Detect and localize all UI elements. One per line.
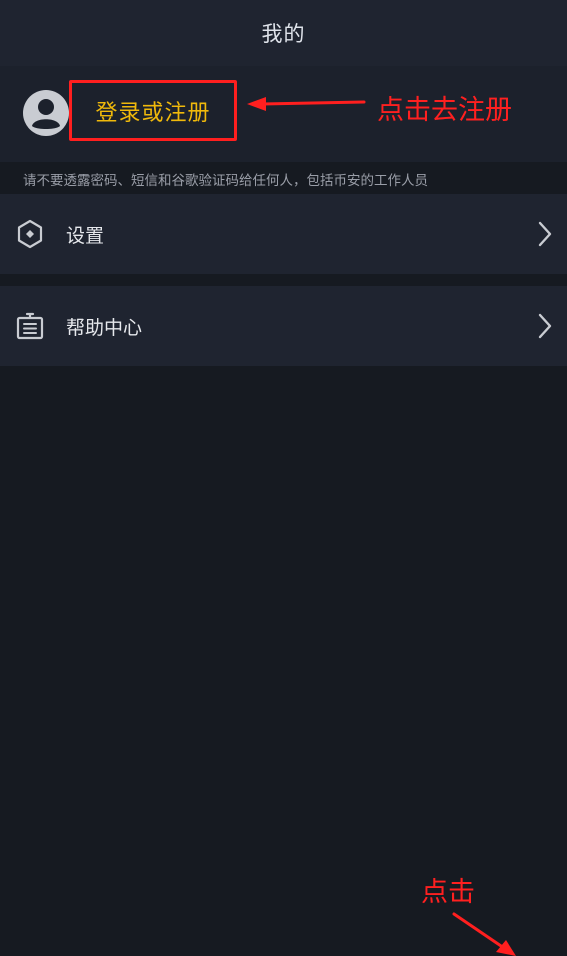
- annotation-arrow-left-icon: [247, 97, 366, 111]
- page-title: 我的: [261, 22, 306, 46]
- annotation-arrow-down-right-icon: [452, 912, 516, 956]
- security-warning-text: 请不要透露密码、短信和谷歌验证码给任何人，包括币安的工作人员: [23, 173, 428, 189]
- annotation-register-hint: 点击去注册: [377, 95, 512, 126]
- user-avatar-icon[interactable]: [23, 90, 69, 136]
- page: 我的 登录或注册 请不要透露密码、短信和谷歌验证码给任何人，包括币安的工作人员 …: [0, 0, 567, 956]
- security-warning: 请不要透露密码、短信和谷歌验证码给任何人，包括币安的工作人员: [0, 162, 567, 196]
- menu-item-settings[interactable]: 设置: [0, 194, 567, 274]
- help-document-icon: [16, 312, 44, 340]
- login-register-button[interactable]: 登录或注册: [69, 80, 237, 141]
- menu-item-settings-label: 设置: [66, 224, 105, 247]
- menu-item-help-center-label: 帮助中心: [66, 316, 143, 339]
- hexagon-settings-icon: [17, 219, 43, 249]
- chevron-right-icon: [538, 221, 552, 247]
- header: 我的: [0, 0, 567, 66]
- menu-item-help-center[interactable]: 帮助中心: [0, 286, 567, 366]
- chevron-right-icon: [538, 313, 552, 339]
- annotation-click-hint: 点击: [421, 877, 475, 908]
- login-register-label: 登录或注册: [95, 100, 211, 126]
